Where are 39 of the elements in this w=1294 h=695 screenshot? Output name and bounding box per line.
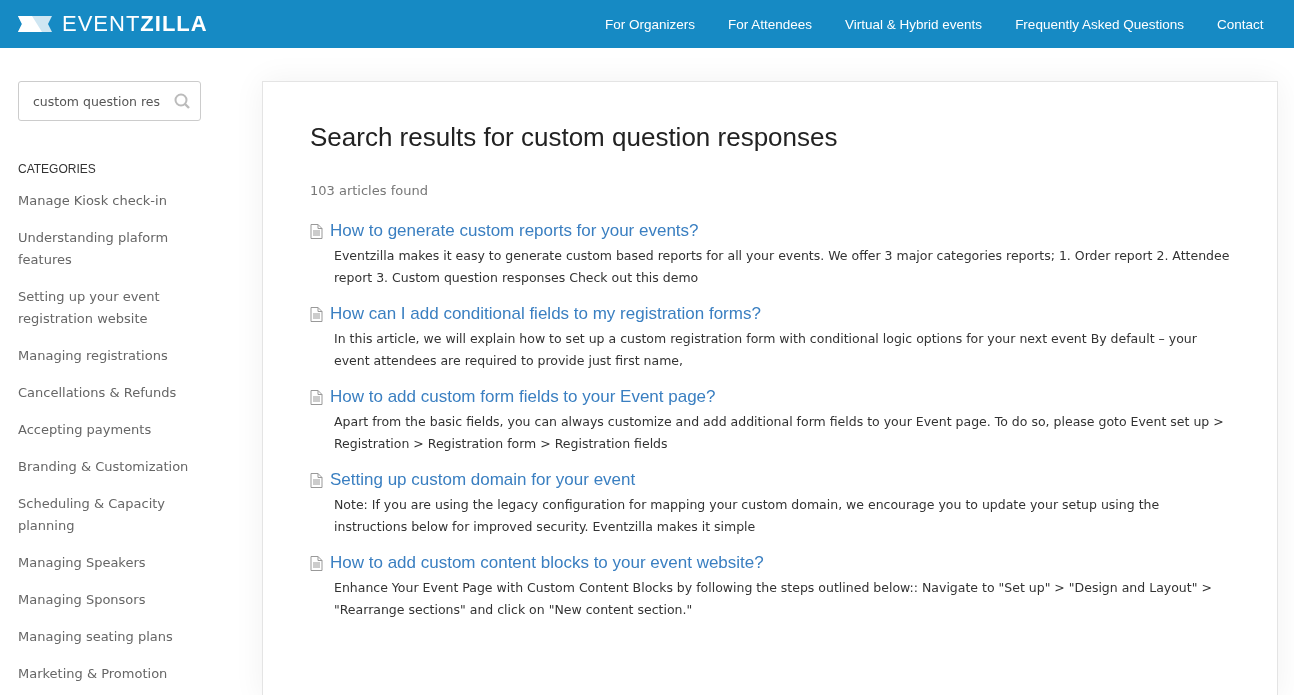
nav-link[interactable]: For Organizers <box>588 16 712 32</box>
ticket-logo-icon <box>18 16 52 32</box>
article-link[interactable]: How to generate custom reports for your events? <box>330 221 699 241</box>
category-link[interactable]: Accepting payments <box>18 419 201 441</box>
article-snippet: Eventzilla makes it easy to generate custom based reports for all your events. We offer 3 major categories reports; 1. Order report 2. Attendee report 3. Custom question responses Check out this demo <box>334 247 1230 287</box>
nav-link[interactable]: For Attendees <box>711 16 829 32</box>
logo-wordmark: EVENTZILLA <box>62 11 208 37</box>
results-count: 103 articles found <box>310 183 429 198</box>
document-icon <box>310 555 323 571</box>
category-link[interactable]: Managing registrations <box>18 345 201 367</box>
article-link[interactable]: How to add custom content blocks to your event website? <box>330 553 764 573</box>
category-link[interactable]: Managing seating plans <box>18 626 201 648</box>
article-link[interactable]: How to add custom form fields to your Event page? <box>330 387 716 407</box>
document-icon <box>310 223 323 239</box>
article-snippet: Apart from the basic fields, you can always customize and add additional form fields to your Event page. To do so, please goto Event set up > Registration > Registration form > Registration fields <box>334 413 1225 453</box>
category-link[interactable]: Cancellations & Refunds <box>18 382 201 404</box>
article-snippet: Note: If you are using the legacy configuration for mapping your custom domain, we encourage you to update your setup using the instructions below for improved security. Eventzilla makes it simple <box>334 496 1161 536</box>
categories-heading: CATEGORIES <box>18 162 97 176</box>
category-link[interactable]: Managing Speakers <box>18 552 201 574</box>
article-snippet: Enhance Your Event Page with Custom Content Blocks by following the steps outlined below:: Navigate to "Set up" > "Design and Layout" > "Rearrange sections" and click on "New content section." <box>334 579 1213 619</box>
category-link[interactable]: Branding & Customization <box>18 456 201 478</box>
page-title: Search results for custom question responses <box>310 122 839 153</box>
category-link[interactable]: Managing Sponsors <box>18 589 201 611</box>
category-link[interactable]: Understanding plaform features <box>18 227 201 271</box>
nav-link[interactable]: Virtual & Hybrid events <box>828 16 999 32</box>
category-link[interactable]: Setting up your event registration website <box>18 286 201 330</box>
nav-link[interactable]: Frequently Asked Questions <box>998 16 1201 32</box>
document-icon <box>310 472 323 488</box>
article-link[interactable]: Setting up custom domain for your event <box>330 470 636 490</box>
document-icon <box>310 306 323 322</box>
document-icon <box>310 389 323 405</box>
category-link[interactable]: Manage Kiosk check-in <box>18 190 201 212</box>
nav-link[interactable]: Contact <box>1200 16 1280 32</box>
article-link[interactable]: How can I add conditional fields to my registration forms? <box>330 304 761 324</box>
search-field[interactable]: custom question res <box>18 81 201 121</box>
article-snippet: In this article, we will explain how to set up a custom registration form with conditional logic options for your next event By default – your event attendees are required to provide just first name, <box>334 330 1198 370</box>
category-link[interactable]: Marketing & Promotion <box>18 663 201 685</box>
category-link[interactable]: Scheduling & Capacity planning <box>18 493 201 537</box>
search-icon <box>174 93 190 109</box>
